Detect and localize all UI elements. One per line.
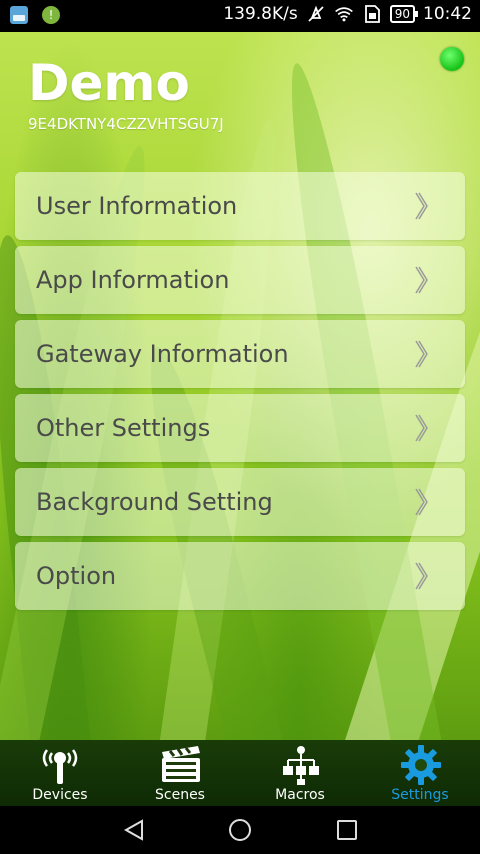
device-id: 9E4DKTNY4CZZVHTSGU7J [28,115,224,133]
menu-item-gateway-information[interactable]: Gateway Information [15,320,465,388]
menu-item-label: User Information [36,192,238,220]
recents-icon[interactable] [335,818,359,842]
bottom-tab-bar: Devices Scenes Macros Settings [0,740,480,806]
battery-indicator: 90 [389,5,419,23]
menu-item-label: Other Settings [36,414,211,442]
network-speed: 139.8K/s [223,4,298,24]
tab-settings[interactable]: Settings [360,740,480,806]
menu-item-label: Background Setting [36,488,273,516]
tab-label: Macros [275,787,325,803]
chevron-right-icon [415,414,428,442]
tab-label: Devices [32,787,88,803]
menu-item-background-setting[interactable]: Background Setting [15,468,465,536]
sim-card-icon [364,5,380,23]
connection-status-indicator [440,47,464,71]
menu-item-other-settings[interactable]: Other Settings [15,394,465,462]
chevron-right-icon [415,192,428,220]
system-indicators: 139.8K/s 90 10:42 [223,4,472,24]
info-notification-icon: ! [42,6,60,24]
tab-label: Scenes [155,787,205,803]
gear-icon [401,745,441,785]
settings-screen: Demo 9E4DKTNY4CZZVHTSGU7J User Informati… [0,32,480,740]
macros-icon [283,746,319,785]
clock: 10:42 [423,4,472,24]
menu-item-app-information[interactable]: App Information [15,246,465,314]
tab-scenes[interactable]: Scenes [120,740,240,806]
chevron-right-icon [415,266,428,294]
tab-macros[interactable]: Macros [240,740,360,806]
system-navigation-bar [0,806,480,854]
devices-icon [42,749,78,784]
chevron-right-icon [415,340,428,368]
settings-menu: User Information App Information Gateway… [15,172,465,616]
chevron-right-icon [415,562,428,590]
home-icon[interactable] [228,818,252,842]
notification-icons: ! [10,6,60,24]
back-icon[interactable] [122,818,146,842]
menu-item-label: Gateway Information [36,340,289,368]
app-title: Demo [28,54,190,112]
clapperboard-icon [162,746,200,782]
gallery-notification-icon [10,6,28,24]
tab-devices[interactable]: Devices [0,740,120,806]
status-bar: ! 139.8K/s 90 10:42 [0,0,480,32]
menu-item-user-information[interactable]: User Information [15,172,465,240]
menu-item-label: Option [36,562,117,590]
tab-label: Settings [391,787,449,803]
chevron-right-icon [415,488,428,516]
mute-icon [308,5,324,22]
wifi-icon [334,7,353,22]
menu-item-label: App Information [36,266,230,294]
menu-item-option[interactable]: Option [15,542,465,610]
